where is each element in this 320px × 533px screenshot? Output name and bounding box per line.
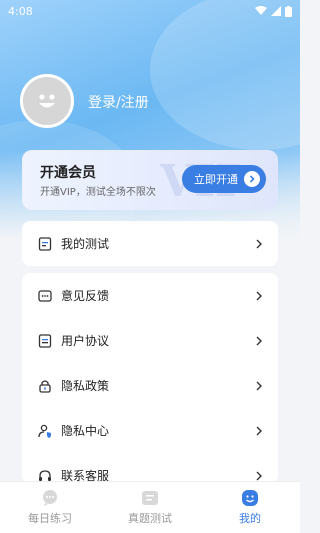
- avatar[interactable]: [20, 74, 74, 128]
- arrow-right-icon: [244, 171, 260, 187]
- lock-icon: [37, 378, 53, 394]
- smile-user-icon: [242, 490, 258, 506]
- decorative-blob: [150, 0, 300, 150]
- status-icons: [255, 5, 292, 17]
- chevron-right-icon: [256, 381, 262, 390]
- tab-exam-test[interactable]: 真题测试: [100, 482, 200, 533]
- tab-mine[interactable]: 我的: [200, 482, 300, 533]
- vip-card[interactable]: VIP 开通会员 开通VIP，测试全场不限次 立即开通: [22, 150, 278, 210]
- tab-label: 我的: [239, 512, 261, 525]
- open-vip-button-label: 立即开通: [194, 173, 238, 186]
- menu-item-privacy-center[interactable]: 隐私中心: [22, 408, 278, 453]
- user-shield-icon: [37, 423, 53, 439]
- scroll-icon: [142, 491, 158, 505]
- menu-item-my-tests[interactable]: 我的测试: [22, 221, 278, 266]
- menu-item-label: 隐私中心: [61, 424, 110, 438]
- my-tests-card: 我的测试: [22, 221, 278, 266]
- tab-label: 真题测试: [128, 512, 172, 525]
- menu-item-user-agreement[interactable]: 用户协议: [22, 318, 278, 363]
- chevron-right-icon: [256, 239, 262, 248]
- chevron-right-icon: [256, 471, 262, 480]
- signal-icon: [271, 6, 281, 16]
- vip-subtitle: 开通VIP，测试全场不限次: [40, 187, 156, 198]
- agreement-icon: [37, 333, 53, 349]
- login-register-link[interactable]: 登录/注册: [88, 92, 149, 112]
- bottom-tab-bar: 每日练习 真题测试 我的: [0, 481, 300, 533]
- avatar-icon: [39, 94, 55, 108]
- chevron-right-icon: [256, 426, 262, 435]
- wifi-icon: [255, 6, 267, 15]
- menu-item-privacy-policy[interactable]: 隐私政策: [22, 363, 278, 408]
- vip-title: 开通会员: [40, 165, 96, 181]
- feedback-icon: [37, 288, 53, 304]
- menu-item-feedback[interactable]: 意见反馈: [22, 273, 278, 318]
- settings-list-card: 意见反馈 用户协议 隐私政策 隐私中心 联系客服: [22, 273, 278, 483]
- status-time: 4:08: [8, 4, 33, 18]
- chat-icon: [43, 490, 57, 506]
- chevron-right-icon: [256, 291, 262, 300]
- menu-item-contact-support[interactable]: 联系客服: [22, 453, 278, 483]
- test-doc-icon: [37, 236, 53, 252]
- chevron-right-icon: [256, 336, 262, 345]
- menu-item-label: 隐私政策: [61, 379, 110, 393]
- menu-item-label: 我的测试: [61, 237, 110, 251]
- tab-label: 每日练习: [28, 512, 72, 525]
- battery-icon: [285, 5, 292, 17]
- menu-item-label: 用户协议: [61, 334, 110, 348]
- open-vip-button[interactable]: 立即开通: [182, 165, 266, 193]
- status-bar: 4:08: [0, 0, 300, 22]
- tab-daily-practice[interactable]: 每日练习: [0, 482, 100, 533]
- menu-item-label: 意见反馈: [61, 289, 110, 303]
